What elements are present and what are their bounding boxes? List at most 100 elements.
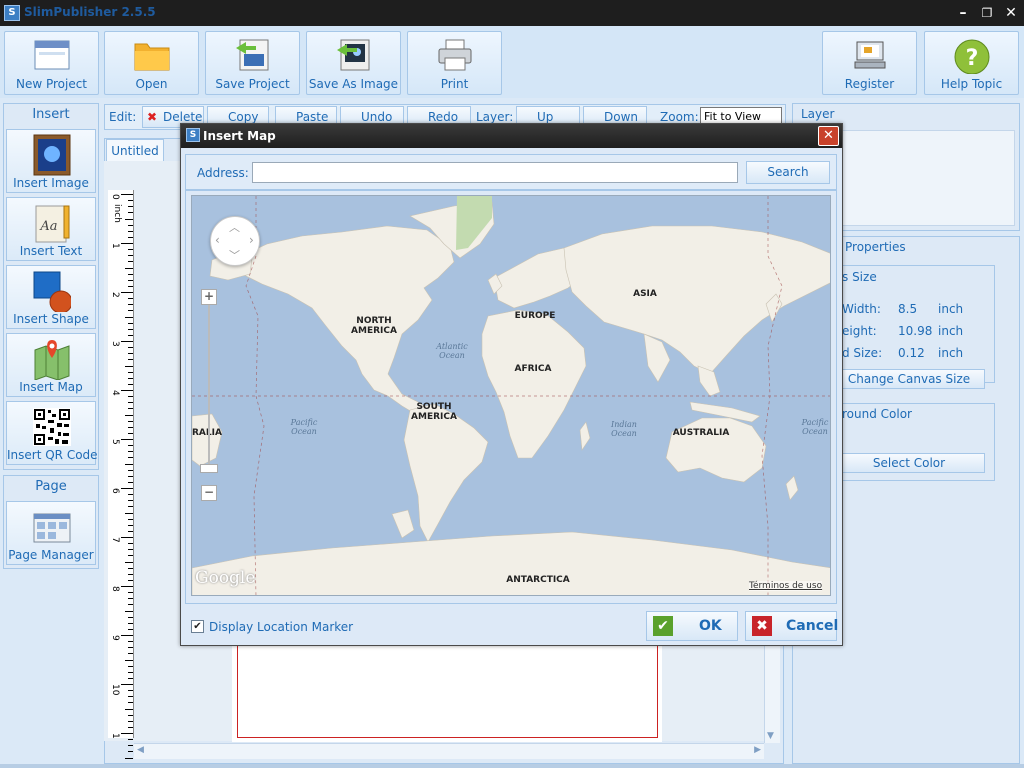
pan-left-icon[interactable]: ‹ (215, 233, 220, 247)
change-canvas-size-button[interactable]: Change Canvas Size (833, 369, 985, 389)
delete-label: Delete (163, 110, 203, 124)
ruler-tick (128, 567, 133, 569)
label-pacific-ocean-right: Pacific Ocean (801, 418, 829, 436)
ruler-tick (121, 292, 133, 293)
pan-control[interactable]: ︿ ﹀ ‹ › (210, 216, 260, 266)
ruler-tick (128, 426, 133, 428)
height-value: 10.98 (898, 324, 933, 338)
ok-button[interactable]: ✔ OK (646, 611, 738, 641)
ruler-tick (128, 249, 133, 251)
display-marker-label[interactable]: Display Location Marker (209, 620, 353, 634)
close-button[interactable]: ✕ (1001, 4, 1021, 22)
print-button[interactable]: Print (407, 31, 502, 95)
ruler-number: 1 (110, 243, 120, 249)
save-project-button[interactable]: Save Project (205, 31, 300, 95)
zoom-out-button[interactable]: − (201, 485, 217, 501)
paste-label: Paste (296, 110, 329, 124)
ruler-tick (121, 194, 133, 195)
ruler-tick (128, 328, 133, 330)
ruler-number: 5 (110, 439, 120, 445)
pan-right-icon[interactable]: › (249, 233, 254, 247)
insert-image-label: Insert Image (13, 176, 89, 190)
pan-down-icon[interactable]: ﹀ (229, 247, 240, 263)
cancel-x-icon: ✖ (752, 616, 772, 636)
help-topic-label: Help Topic (940, 77, 1003, 91)
svg-text:?: ? (966, 46, 979, 71)
label-south-america: SOUTH AMERICA (411, 402, 457, 422)
ruler-tick (125, 414, 133, 416)
ruler-tick (121, 243, 133, 244)
ruler-tick (128, 592, 133, 594)
insert-shape-button[interactable]: Insert Shape (6, 265, 96, 329)
insert-map-button[interactable]: Insert Map (6, 333, 96, 397)
register-button[interactable]: Register (822, 31, 917, 95)
open-button[interactable]: Open (104, 31, 199, 95)
ruler-tick (128, 230, 133, 232)
ruler-tick (128, 279, 133, 281)
image-icon (33, 134, 71, 176)
ruler-number: 8 (110, 586, 120, 592)
ruler-tick (128, 377, 133, 379)
ruler-tick (128, 481, 133, 483)
scroll-down-arrow[interactable]: ▼ (767, 731, 774, 741)
shape-icon (33, 270, 73, 314)
zoom-in-button[interactable]: + (201, 289, 217, 305)
horizontal-scrollbar[interactable]: ◀ ▶ (134, 743, 764, 759)
page-manager-button[interactable]: Page Manager (6, 501, 96, 565)
ruler-tick (128, 200, 133, 202)
label-africa: AFRICA (514, 364, 552, 374)
ruler-tick (128, 604, 133, 606)
save-project-label: Save Project (215, 77, 290, 91)
ruler-tick (128, 549, 133, 551)
world-map[interactable]: NORTH AMERICA SOUTH AMERICA EUROPE AFRIC… (191, 195, 831, 596)
background-color-heading: round Color (842, 407, 912, 421)
scroll-right-arrow[interactable]: ▶ (754, 745, 761, 755)
page-heading: Page (35, 479, 67, 494)
height-unit: inch (938, 324, 964, 338)
ruler-tick (128, 359, 133, 361)
width-value: 8.5 (898, 302, 918, 316)
change-canvas-size-label: Change Canvas Size (847, 372, 971, 386)
ruler-tick (128, 322, 133, 324)
ruler-number: 9 (110, 635, 120, 641)
redo-label: Redo (428, 110, 459, 124)
pan-up-icon[interactable]: ︿ (229, 219, 240, 235)
save-as-image-button[interactable]: Save As Image (306, 31, 401, 95)
save-project-icon (234, 38, 272, 72)
insert-text-button[interactable]: Aa Insert Text (6, 197, 96, 261)
document-tab-label: Untitled (111, 144, 159, 158)
insert-image-button[interactable]: Insert Image (6, 129, 96, 193)
cancel-button[interactable]: ✖ Cancel (745, 611, 838, 641)
insert-shape-label: Insert Shape (13, 312, 89, 326)
minimize-button[interactable]: – (953, 4, 973, 22)
display-marker-checkbox[interactable]: ✔ (191, 620, 204, 633)
ruler-tick (128, 402, 133, 404)
new-project-button[interactable]: New Project (4, 31, 99, 95)
help-topic-button[interactable]: ? Help Topic (924, 31, 1019, 95)
vertical-ruler: inch 0 1 2 3 4 5 6 7 8 9 10 1 (108, 190, 134, 765)
insert-qr-code-button[interactable]: Insert QR Code (6, 401, 98, 465)
document-tab[interactable]: Untitled (106, 139, 164, 161)
ruler-tick (128, 543, 133, 545)
search-button[interactable]: Search (746, 161, 830, 184)
ruler-tick (128, 451, 133, 453)
new-project-icon (33, 38, 71, 72)
ruler-number: 4 (110, 390, 120, 396)
ruler-tick (128, 690, 133, 692)
ruler-tick (128, 506, 133, 508)
height-label: eight: (842, 324, 877, 338)
scroll-left-arrow[interactable]: ◀ (137, 745, 144, 755)
restore-button[interactable]: ❐ (977, 4, 997, 22)
zoom-slider-handle[interactable] (200, 464, 218, 473)
select-color-button[interactable]: Select Color (833, 453, 985, 473)
ruler-tick (128, 285, 133, 287)
dialog-close-button[interactable]: ✕ (818, 126, 839, 146)
ruler-tick (128, 224, 133, 226)
zoom-slider-track[interactable] (208, 305, 210, 471)
help-icon: ? (953, 38, 991, 75)
terms-link[interactable]: Términos de uso (749, 581, 823, 591)
address-input[interactable] (252, 162, 738, 183)
ruler-tick (128, 573, 133, 575)
ruler-tick (128, 396, 133, 398)
grid-size-unit: inch (938, 346, 964, 360)
